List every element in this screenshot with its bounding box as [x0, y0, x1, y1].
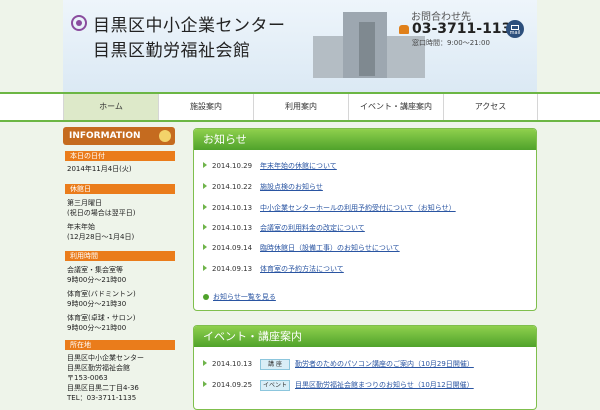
phone-number[interactable]: 03-3711-1135 [412, 21, 521, 37]
news-link[interactable]: 年末年始の休館について [260, 162, 337, 170]
nav-facility[interactable]: 施設案内 [158, 94, 253, 120]
megaphone-icon [159, 130, 171, 142]
sidebar-date-value: 2014年11月4日(火) [67, 165, 132, 173]
news-link[interactable]: 中小企業センターホールの利用予約受付について（お知らせ） [260, 204, 456, 212]
event-item: 2014.10.13 講 座勤労者のためのパソコン講座のご案内（10月29日開催） [203, 359, 474, 370]
sidebar-text: 会議室・集会室等 [67, 266, 123, 274]
sidebar-text: (祝日の場合は翌平日) [67, 209, 136, 217]
sidebar-text: 体育室(バドミントン) [67, 290, 136, 298]
arrow-right-icon [203, 224, 207, 230]
site-header: 目黒区中小企業センター 目黒区勤労福祉会館 お問合わせ先 03-3711-113… [63, 0, 537, 92]
news-panel: お知らせ 2014.10.29 年末年始の休館について 2014.10.22 施設点… [193, 128, 537, 311]
sidebar-text: 目黒区目黒二丁目4-36 [67, 384, 139, 392]
sidebar-text: 目黒区中小企業センター [67, 354, 144, 362]
news-link[interactable]: 臨時休館日（設備工事）のお知らせについて [260, 244, 400, 252]
sidebar-text: TEL：03-3711-1135 [67, 394, 137, 402]
sidebar-text: (12月28日〜1月4日) [67, 233, 135, 241]
news-link[interactable]: 施設点検のお知らせ [260, 183, 323, 191]
sidebar-label-hours: 利用時間 [65, 251, 175, 261]
site-title-line1: 目黒区中小企業センター [93, 16, 286, 36]
site-title-line2: 目黒区勤労福祉会館 [93, 41, 251, 61]
sidebar-text: 〒153-0063 [67, 374, 108, 382]
phone-icon [399, 25, 409, 34]
news-item: 2014.09.13 体育室の予約方法について [203, 264, 344, 274]
category-badge: イベント [260, 380, 290, 391]
arrow-right-icon [203, 204, 207, 210]
nav-access[interactable]: アクセス [443, 94, 538, 120]
sidebar-text: 第三月曜日 [67, 199, 102, 207]
sidebar-label-date: 本日の日付 [65, 151, 175, 161]
ward-emblem-logo [71, 15, 87, 31]
nav-events[interactable]: イベント・講座案内 [348, 94, 443, 120]
events-panel: イベント・講座案内 2014.10.13 講 座勤労者のためのパソコン講座のご案内… [193, 325, 537, 410]
event-link[interactable]: 勤労者のためのパソコン講座のご案内（10月29日開催） [295, 360, 474, 368]
sidebar-label-closed: 休館日 [65, 184, 175, 194]
news-link[interactable]: 会議室の利用料金の改定について [260, 224, 365, 232]
arrow-right-icon [203, 265, 207, 271]
arrow-right-icon [203, 162, 207, 168]
news-item: 2014.10.29 年末年始の休館について [203, 161, 337, 171]
office-hours: 窓口時間：9:00〜21:00 [412, 39, 490, 47]
event-link[interactable]: 目黒区勤労福祉会館まつりのお知らせ（10月12日開催） [295, 381, 474, 389]
sidebar-text: 年末年始 [67, 223, 95, 231]
nav-usage[interactable]: 利用案内 [253, 94, 348, 120]
building-photo [313, 6, 425, 88]
circle-arrow-icon [203, 294, 209, 300]
event-item: 2014.09.25 イベント 目黒区勤労福祉会館まつりのお知らせ（10月12日開催… [203, 380, 474, 391]
news-item: 2014.10.13 中小企業センターホールの利用予約受付について（お知らせ） [203, 203, 456, 213]
global-nav: ホーム 施設案内 利用案内 イベント・講座案内 アクセス [0, 92, 600, 122]
news-more-link[interactable]: お知らせ一覧を見る [203, 292, 276, 302]
arrow-right-icon [203, 244, 207, 250]
events-heading: イベント・講座案内 [194, 326, 536, 347]
sidebar-text: 9時00分〜21時00 [67, 276, 127, 284]
arrow-right-icon [203, 381, 207, 387]
sidebar-label-address: 所在地 [65, 340, 175, 350]
nav-home[interactable]: ホーム [63, 94, 158, 120]
sidebar-text: 9時00分〜21時00 [67, 324, 127, 332]
sidebar-text: 目黒区勤労福祉会館 [67, 364, 130, 372]
arrow-right-icon [203, 183, 207, 189]
arrow-right-icon [203, 360, 207, 366]
sidebar-text: 9時00分〜21時30 [67, 300, 127, 308]
news-item: 2014.10.22 施設点検のお知らせ [203, 182, 323, 192]
news-link[interactable]: 体育室の予約方法について [260, 265, 344, 273]
news-item: 2014.10.13 会議室の利用料金の改定について [203, 223, 365, 233]
news-heading: お知らせ [194, 129, 536, 150]
mail-icon[interactable]: mail [506, 20, 524, 38]
category-badge: 講 座 [260, 359, 290, 370]
sidebar-text: 体育室(卓球・サロン) [67, 314, 136, 322]
info-heading: INFORMATION [63, 127, 175, 145]
news-item: 2014.09.14 臨時休館日（設備工事）のお知らせについて [203, 243, 400, 253]
